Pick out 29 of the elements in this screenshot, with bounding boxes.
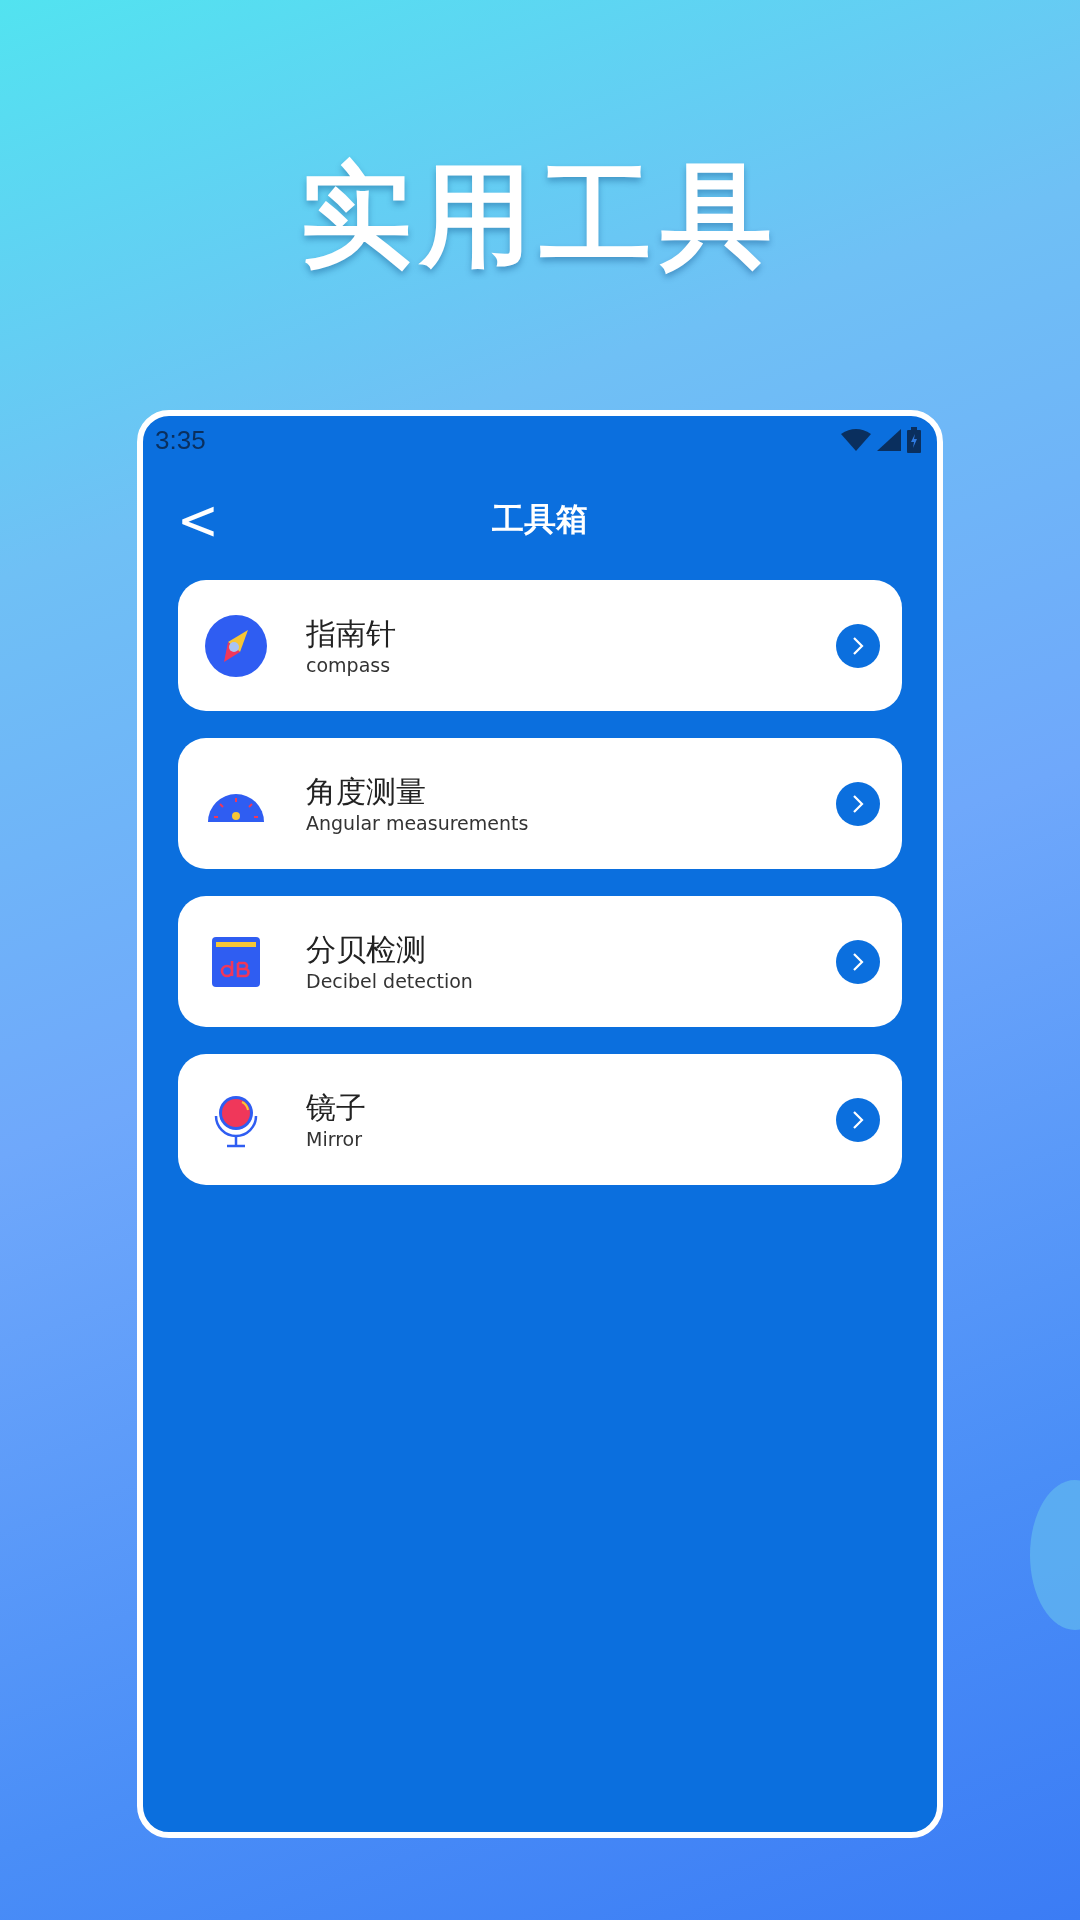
tool-subtitle: Mirror <box>306 1126 363 1151</box>
tool-card[interactable]: 指南针 compass <box>178 580 902 711</box>
decibel-icon <box>212 936 260 987</box>
battery-icon <box>907 427 921 453</box>
status-time: 3:35 <box>155 424 206 456</box>
headline: 实用工具 <box>300 150 780 280</box>
screen-title: 工具箱 <box>492 499 588 540</box>
wifi-icon <box>841 429 871 451</box>
back-button[interactable]: < <box>177 495 219 545</box>
compass-icon <box>204 613 268 678</box>
tool-title: 镜子 <box>306 1088 367 1127</box>
tool-subtitle: Decibel detection <box>306 968 474 993</box>
chevron-right-icon <box>851 1108 865 1131</box>
tool-card[interactable]: 镜子 Mirror <box>178 1054 902 1185</box>
tool-card[interactable]: 分贝检测 Decibel detection <box>178 896 902 1027</box>
tool-subtitle: compass <box>306 652 392 677</box>
tool-card[interactable]: 角度测量 Angular measurements <box>178 738 902 869</box>
tool-title: 角度测量 <box>306 772 427 811</box>
chevron-button[interactable] <box>836 781 880 826</box>
chevron-right-icon <box>851 950 865 973</box>
signal-icon <box>877 429 901 451</box>
tool-subtitle: Angular measurements <box>306 810 530 835</box>
tool-title: 分贝检测 <box>306 930 427 969</box>
chevron-button[interactable] <box>836 1097 880 1142</box>
tool-title: 指南针 <box>306 614 397 653</box>
chevron-button[interactable] <box>836 939 880 984</box>
chevron-right-icon <box>851 634 865 657</box>
chevron-button[interactable] <box>836 623 880 668</box>
chevron-right-icon <box>851 792 865 815</box>
